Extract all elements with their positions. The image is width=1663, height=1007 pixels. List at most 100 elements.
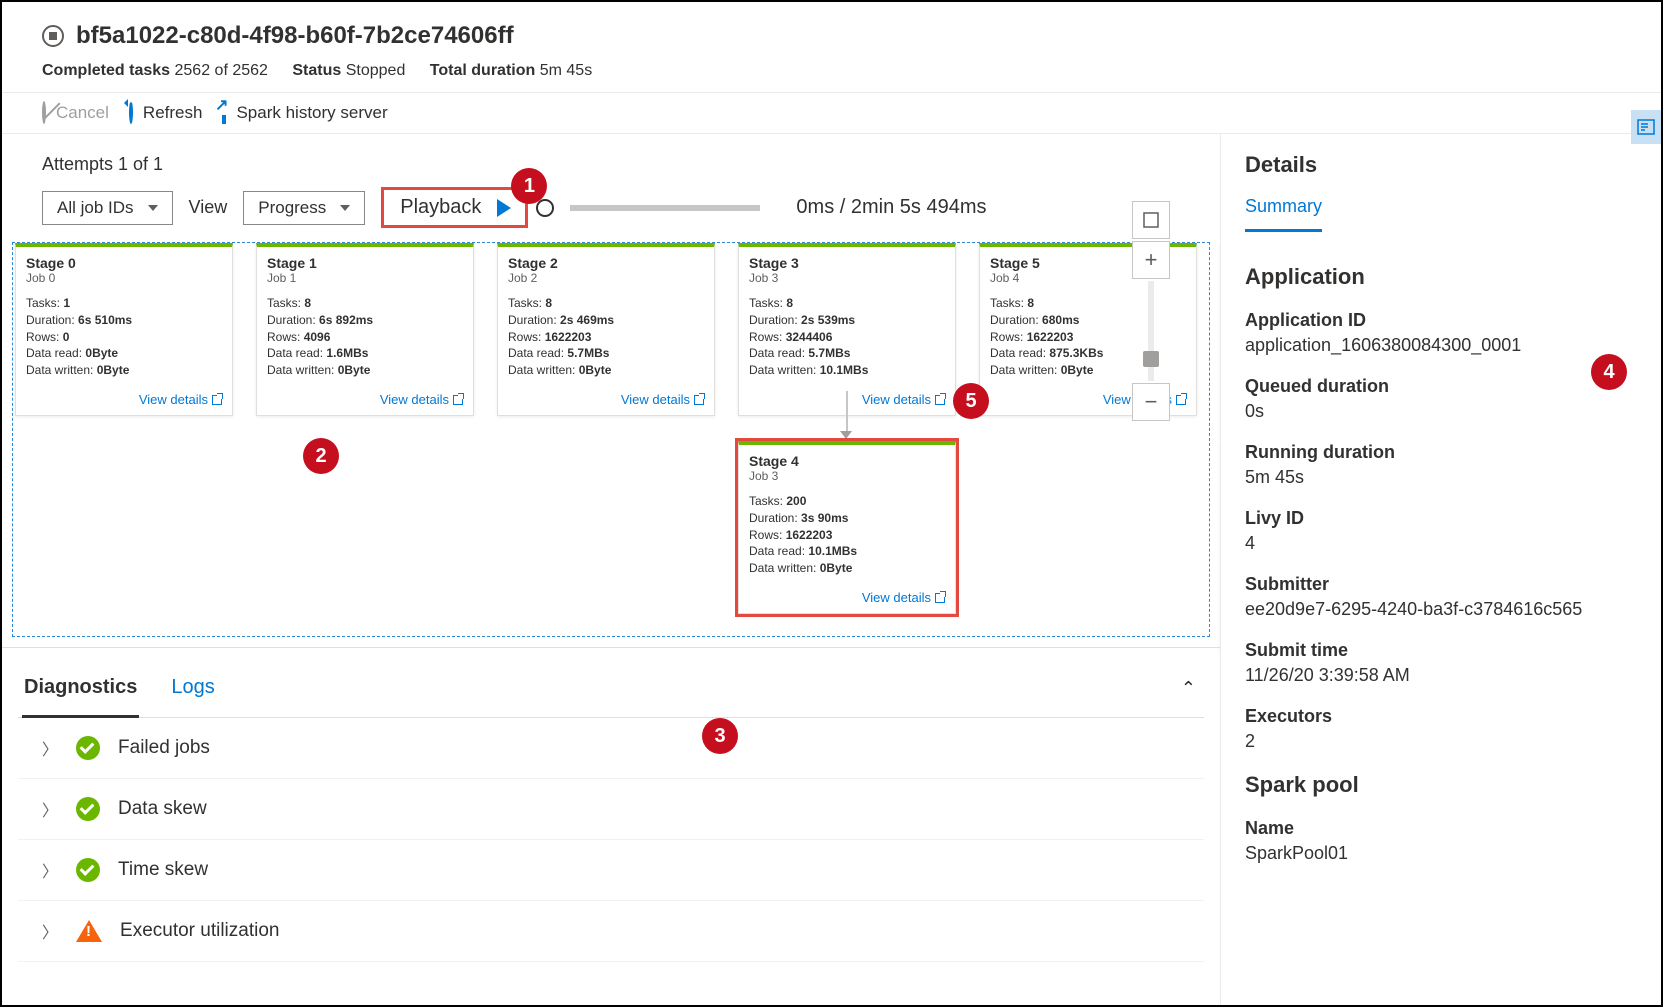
view-details-link[interactable]: View details xyxy=(862,590,945,605)
view-value: Progress xyxy=(258,198,326,218)
job-ids-dropdown[interactable]: All job IDs xyxy=(42,191,173,225)
total-duration-label: Total duration xyxy=(430,62,535,79)
tab-logs[interactable]: Logs xyxy=(169,668,216,717)
detail-value: 11/26/20 3:39:58 AM xyxy=(1245,665,1637,686)
tab-summary[interactable]: Summary xyxy=(1245,196,1322,232)
chevron-right-icon: 〉 xyxy=(42,797,58,821)
refresh-icon xyxy=(129,101,133,124)
diag-label: Time skew xyxy=(118,859,208,881)
detail-item: Livy ID 4 xyxy=(1245,508,1637,554)
refresh-button[interactable]: Refresh xyxy=(129,103,203,123)
detail-key: Livy ID xyxy=(1245,508,1637,529)
diag-label: Failed jobs xyxy=(118,737,210,759)
stage-graph-canvas[interactable]: 2 5 Stage 0Job 0 Tasks: 1 Duration: 6s 5… xyxy=(12,242,1210,637)
playback-slider-handle[interactable] xyxy=(536,199,554,217)
zoom-controls: + − xyxy=(1132,201,1170,421)
detail-value: ee20d9e7-6295-4240-ba3f-c3784616c565 xyxy=(1245,599,1637,620)
side-panel-toggle[interactable] xyxy=(1631,110,1661,144)
diag-row-0[interactable]: 〉 Failed jobs xyxy=(18,718,1204,779)
check-circle-icon xyxy=(76,736,100,760)
detail-item: Submitter ee20d9e7-6295-4240-ba3f-c378461… xyxy=(1245,574,1637,620)
detail-key: Name xyxy=(1245,818,1637,839)
stage-card-4[interactable]: Stage 4Job 3 Tasks: 200 Duration: 3s 90m… xyxy=(738,441,956,614)
zoom-slider[interactable] xyxy=(1148,281,1154,381)
refresh-label: Refresh xyxy=(143,103,203,123)
view-details-link[interactable]: View details xyxy=(621,392,704,407)
meta-row: Completed tasks 2562 of 2562 Status Stop… xyxy=(42,62,1621,80)
spark-history-button[interactable]: Spark history server xyxy=(222,103,387,123)
connector-line xyxy=(846,391,848,433)
view-details-link[interactable]: View details xyxy=(862,392,945,407)
zoom-in-button[interactable]: + xyxy=(1132,241,1170,279)
detail-item: Queued duration 0s xyxy=(1245,376,1637,422)
stage-card-0[interactable]: Stage 0Job 0 Tasks: 1 Duration: 6s 510ms… xyxy=(15,243,233,416)
detail-key: Application ID xyxy=(1245,310,1637,331)
external-link-icon xyxy=(222,101,226,124)
status-value: Stopped xyxy=(346,62,406,79)
details-heading: Details xyxy=(1245,152,1637,178)
detail-value: 0s xyxy=(1245,401,1637,422)
view-label: View xyxy=(189,197,228,218)
detail-key: Running duration xyxy=(1245,442,1637,463)
annotation-2: 2 xyxy=(303,438,339,474)
detail-value: 2 xyxy=(1245,731,1637,752)
external-link-icon xyxy=(212,395,222,405)
tab-diagnostics[interactable]: Diagnostics xyxy=(22,668,139,718)
detail-value: 4 xyxy=(1245,533,1637,554)
cancel-icon xyxy=(42,101,46,124)
connector-arrow-icon xyxy=(840,431,852,439)
zoom-fit-button[interactable] xyxy=(1132,201,1170,239)
application-heading: Application xyxy=(1245,264,1637,290)
chevron-right-icon: 〉 xyxy=(42,919,58,943)
annotation-4: 4 xyxy=(1591,354,1627,390)
controls-row: Attempts 1 of 1 xyxy=(2,134,1220,183)
detail-key: Queued duration xyxy=(1245,376,1637,397)
detail-value: application_1606380084300_0001 xyxy=(1245,335,1637,356)
completed-label: Completed tasks xyxy=(42,62,170,79)
toolbar: Cancel Refresh Spark history server xyxy=(2,93,1661,134)
detail-item: Executors2 xyxy=(1245,706,1637,752)
playback-control[interactable]: Playback 1 xyxy=(381,187,528,228)
playback-slider-track[interactable] xyxy=(570,205,760,211)
total-duration-value: 5m 45s xyxy=(540,62,592,79)
detail-item: Submit time 11/26/20 3:39:58 AM xyxy=(1245,640,1637,686)
diag-row-3[interactable]: 〉 Executor utilization xyxy=(18,901,1204,962)
playback-time: 0ms / 2min 5s 494ms xyxy=(796,196,986,219)
chevron-down-icon xyxy=(340,205,350,211)
diag-label: Executor utilization xyxy=(120,920,279,942)
status-label: Status xyxy=(292,62,341,79)
zoom-out-button[interactable]: − xyxy=(1132,383,1170,421)
annotation-5: 5 xyxy=(953,383,989,419)
cancel-button: Cancel xyxy=(42,103,109,123)
detail-item: Application ID application_1606380084300_… xyxy=(1245,310,1637,356)
view-dropdown[interactable]: Progress xyxy=(243,191,365,225)
detail-value: 5m 45s xyxy=(1245,467,1637,488)
spark-pool-heading: Spark pool xyxy=(1245,772,1637,798)
view-details-link[interactable]: View details xyxy=(380,392,463,407)
diag-label: Data skew xyxy=(118,798,207,820)
chevron-right-icon: 〉 xyxy=(42,736,58,760)
detail-item: Running duration 5m 45s xyxy=(1245,442,1637,488)
spark-history-label: Spark history server xyxy=(236,103,387,123)
play-icon[interactable] xyxy=(497,199,511,217)
diag-row-2[interactable]: 〉 Time skew xyxy=(18,840,1204,901)
details-panel: Details Summary Application 4 Applicatio… xyxy=(1221,134,1661,1005)
check-circle-icon xyxy=(76,797,100,821)
detail-key: Submitter xyxy=(1245,574,1637,595)
completed-value: 2562 of 2562 xyxy=(175,62,268,79)
cancel-label: Cancel xyxy=(56,103,109,123)
diagnostics-section: Diagnostics Logs ⌃ 3 〉 Failed jobs 〉 Data s… xyxy=(2,647,1220,962)
view-details-link[interactable]: View details xyxy=(139,392,222,407)
stage-card-2[interactable]: Stage 2Job 2 Tasks: 8 Duration: 2s 469ms… xyxy=(497,243,715,416)
stage-card-1[interactable]: Stage 1Job 1 Tasks: 8 Duration: 6s 892ms… xyxy=(256,243,474,416)
diag-row-1[interactable]: 〉 Data skew xyxy=(18,779,1204,840)
detail-key: Submit time xyxy=(1245,640,1637,661)
collapse-icon[interactable]: ⌃ xyxy=(1181,678,1196,699)
annotation-3: 3 xyxy=(702,718,738,754)
pool-item: NameSparkPool01 xyxy=(1245,818,1637,864)
status-icon xyxy=(42,25,64,47)
job-ids-value: All job IDs xyxy=(57,198,134,218)
check-circle-icon xyxy=(76,858,100,882)
chevron-right-icon: 〉 xyxy=(42,858,58,882)
playback-label: Playback xyxy=(400,196,481,219)
